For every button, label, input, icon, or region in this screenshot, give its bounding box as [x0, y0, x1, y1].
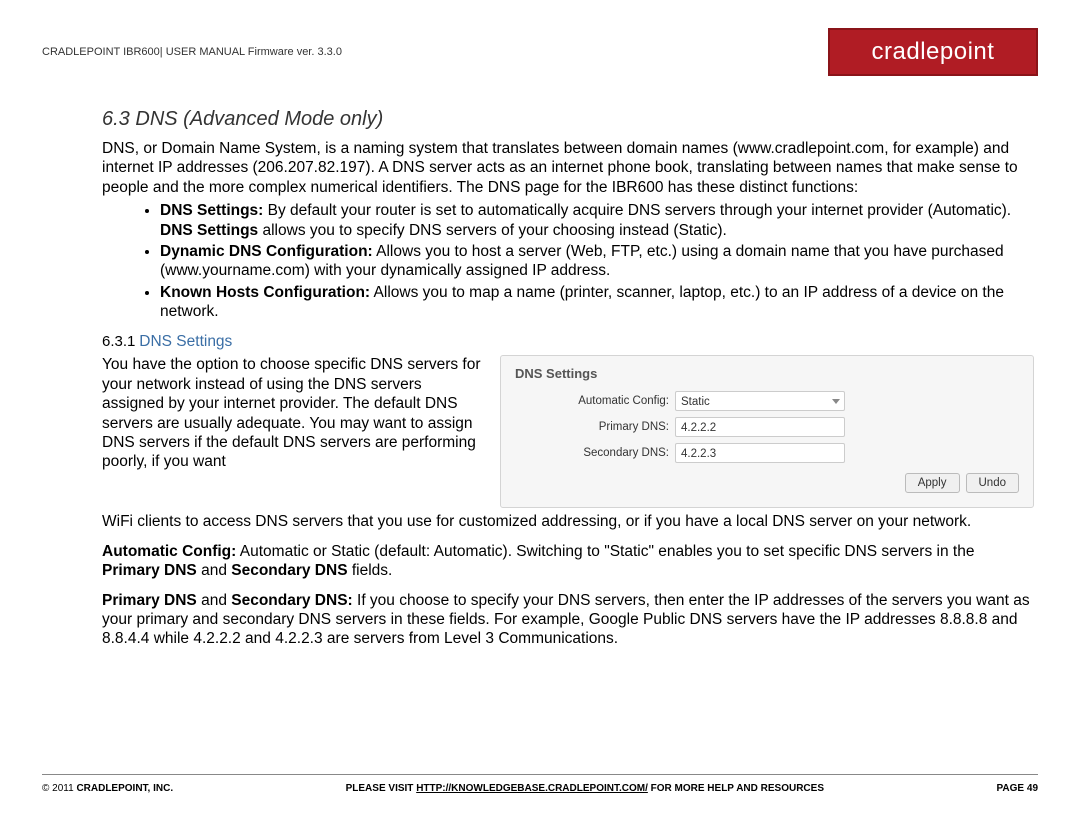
panel-row-auto-config: Automatic Config: Static — [515, 391, 1019, 411]
automatic-config-select[interactable]: Static — [675, 391, 845, 411]
page-header: CRADLEPOINT IBR600| USER MANUAL Firmware… — [42, 28, 1038, 76]
doc-title: CRADLEPOINT IBR600| USER MANUAL Firmware… — [42, 46, 342, 58]
list-item: Dynamic DNS Configuration: Allows you to… — [160, 242, 1034, 281]
knowledgebase-link[interactable]: HTTP://KNOWLEDGEBASE.CRADLEPOINT.COM/ — [416, 783, 648, 794]
brand-logo-text: cradlepoint — [872, 38, 995, 66]
panel-row-primary-dns: Primary DNS: 4.2.2.2 — [515, 417, 1019, 437]
section-intro: DNS, or Domain Name System, is a naming … — [102, 139, 1034, 197]
subsection-heading: 6.3.1 DNS Settings — [102, 333, 1034, 351]
footer-right: PAGE 49 — [997, 783, 1039, 794]
feature-list: DNS Settings: By default your router is … — [160, 201, 1034, 321]
panel-label: Primary DNS: — [515, 421, 675, 433]
section-heading: 6.3 DNS (Advanced Mode only) — [102, 108, 1034, 131]
footer-center: PLEASE VISIT HTTP://KNOWLEDGEBASE.CRADLE… — [173, 783, 996, 794]
apply-button[interactable]: Apply — [905, 473, 960, 493]
footer-left: © 2011 CRADLEPOINT, INC. — [42, 783, 173, 794]
dns-settings-panel: DNS Settings Automatic Config: Static Pr… — [500, 355, 1034, 508]
section-title-text: DNS (Advanced Mode only) — [135, 108, 383, 130]
brand-logo: cradlepoint — [828, 28, 1038, 76]
panel-title: DNS Settings — [515, 366, 1019, 381]
undo-button[interactable]: Undo — [966, 473, 1020, 493]
primary-dns-input[interactable]: 4.2.2.2 — [675, 417, 845, 437]
subsection-number: 6.3.1 — [102, 333, 135, 350]
section-number: 6.3 — [102, 108, 130, 130]
panel-row-secondary-dns: Secondary DNS: 4.2.2.3 — [515, 443, 1019, 463]
primary-secondary-para: Primary DNS and Secondary DNS: If you ch… — [102, 591, 1034, 649]
panel-label: Automatic Config: — [515, 395, 675, 407]
auto-config-para: Automatic Config: Automatic or Static (d… — [102, 542, 1034, 581]
panel-label: Secondary DNS: — [515, 447, 675, 459]
subsection-left-para: You have the option to choose specific D… — [102, 355, 482, 471]
subsection-title: DNS Settings — [139, 333, 232, 350]
secondary-dns-input[interactable]: 4.2.2.3 — [675, 443, 845, 463]
page-footer: © 2011 CRADLEPOINT, INC. PLEASE VISIT HT… — [42, 774, 1038, 794]
list-item: DNS Settings: By default your router is … — [160, 201, 1034, 240]
list-item: Known Hosts Configuration: Allows you to… — [160, 283, 1034, 322]
continuation-para: WiFi clients to access DNS servers that … — [102, 512, 1034, 531]
